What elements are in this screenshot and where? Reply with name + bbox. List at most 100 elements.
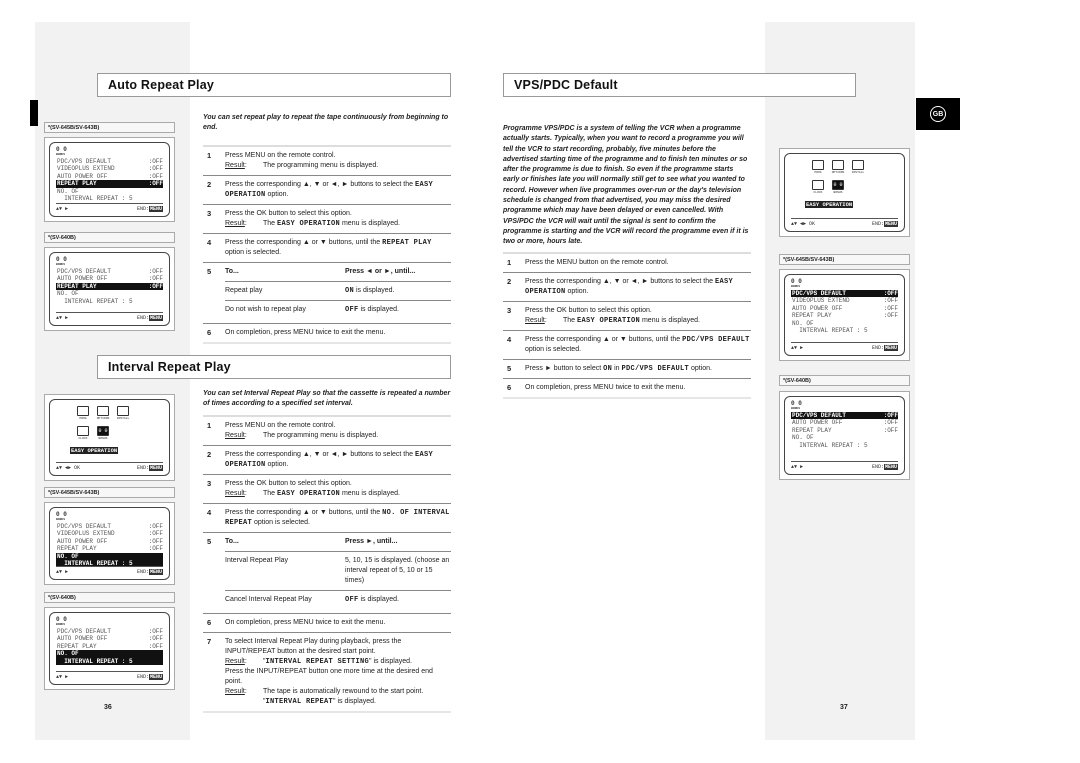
result-label: Result [225, 657, 263, 667]
step-item: 4 Press the corresponding ▲ or ▼ buttons,… [503, 329, 751, 359]
section-tab-marker [30, 100, 38, 126]
step-text: Press the OK button to select this optio… [525, 306, 751, 316]
model-label: *(SV-640B) [779, 375, 910, 386]
text-fragment: REPEAT PLAY [382, 238, 432, 247]
auto-repeat-title: Auto Repeat Play [97, 73, 451, 97]
step-item: 4 Press the corresponding ▲ or ▼ buttons,… [203, 232, 451, 262]
menu-option: VIDEOPLUS EXTEND:OFF [791, 297, 898, 304]
menu-option-label: INTERVAL REPEAT : 5 [57, 297, 133, 305]
gb-badge: GB [930, 106, 946, 122]
options-icon: OPTIONS [94, 406, 112, 423]
bonus-face: 0 0 [791, 278, 802, 285]
menu-option-label: NO. OF [57, 552, 79, 560]
navigation-hint: ▲▼ ► [56, 315, 69, 321]
menu-option-value: :OFF [883, 412, 898, 419]
menu-option-value: :OFF [883, 426, 898, 434]
text-fragment: Interval Repeat Play [225, 556, 289, 564]
bonus-face: 0 0 [56, 146, 67, 153]
step-number: 6 [507, 382, 512, 392]
text-fragment: menu is displayed. [640, 316, 700, 324]
step-body: Press the OK button to select this optio… [525, 306, 751, 326]
screen-footer: ▲▼ ◄► OK END:MENU [791, 218, 898, 228]
step-body: Press the MENU button on the remote cont… [525, 258, 751, 268]
step-item: 4 Press the corresponding ▲ or ▼ buttons,… [203, 502, 451, 532]
step-number: 7 [207, 636, 212, 646]
page-number-left: 36 [104, 704, 112, 711]
step-text: Press the corresponding ▲ or ▼ buttons, … [225, 508, 451, 528]
end-label: END: [136, 206, 149, 212]
icon-glyph [77, 426, 89, 436]
menu-option-label: NO. OF [792, 319, 814, 327]
navigation-hint: ▲▼ ► [56, 569, 69, 575]
menu-option: VIDEOPLUS EXTEND:OFF [56, 530, 163, 537]
text-fragment: The programming menu is displayed. [263, 431, 379, 439]
menu-option: REPEAT PLAY:OFF [56, 180, 163, 188]
menu-option-value: :OFF [883, 290, 898, 297]
result-text: The tape is automatically rewound to the… [263, 687, 451, 707]
bonus-icon: 0 0 BONUS [56, 512, 163, 522]
menu-option-value: :OFF [148, 523, 163, 530]
step-item: 6 On completion, press MENU twice to exit… [503, 377, 751, 397]
menu-option-value: :OFF [148, 268, 163, 275]
menu-option-label: NO. OF [57, 290, 79, 298]
menu-option: AUTO POWER OFF:OFF [56, 275, 163, 282]
menu-option-label: PDC/VPS DEFAULT [792, 290, 847, 297]
icon-glyph [812, 180, 824, 190]
text-fragment: Press the corresponding ▲, ▼ or ◄, ► but… [225, 450, 415, 458]
step-number: 2 [207, 179, 212, 189]
step-body: To select Interval Repeat Play during pl… [225, 637, 451, 707]
step-number: 2 [207, 449, 212, 459]
interval-repeat-title: Interval Repeat Play [97, 355, 451, 379]
step-body: Press the corresponding ▲ or ▼ buttons, … [525, 335, 751, 355]
model-label: *(SV-640B) [44, 232, 175, 243]
icon-glyph [117, 406, 129, 416]
step-body: Press the corresponding ▲, ▼ or ◄, ► but… [225, 450, 451, 470]
vps-pdc-instructions: Programme VPS/PDC is a system of telling… [503, 124, 751, 399]
text-fragment: Press MENU on the remote control. [225, 421, 336, 429]
table-row: Repeat play ON is displayed. [225, 280, 451, 300]
install-icon: INSTALL [114, 406, 132, 423]
step-number: 3 [507, 305, 512, 315]
text-fragment: On completion, press MENU twice to exit … [225, 328, 386, 336]
menu-screen: 0 0 BONUS PDC/VPS DEFAULT:OFF VIDEOPLUS EXT… [49, 142, 170, 217]
bonus-label: BONUS [56, 623, 66, 626]
text-fragment: The [263, 219, 278, 227]
menu-option-value: :OFF [883, 297, 898, 305]
menu-option-label: REPEAT PLAY [792, 426, 832, 434]
table-header-cell: To... [225, 267, 239, 275]
step-text: Press the corresponding ▲, ▼ or ◄, ► but… [225, 180, 451, 200]
menu-option-label: AUTO POWER OFF [57, 275, 108, 283]
icon-glyph [77, 406, 89, 416]
navigation-hint: ▲▼ ◄► OK [791, 221, 816, 227]
text-fragment: To select Interval Repeat Play during pl… [225, 637, 402, 655]
text-fragment: OFF [345, 305, 359, 314]
osd-screen-frame: 0 0 BONUS PDC/VPS DEFAULT:OFF VIDEOPLUS EXT… [44, 137, 175, 222]
easy-operation-label: EASY OPERATION [805, 201, 854, 208]
step-text: On completion, press MENU twice to exit … [525, 383, 751, 393]
step-body: Press the corresponding ▲ or ▼ buttons, … [225, 508, 451, 528]
menu-option-label: INTERVAL REPEAT : 5 [792, 441, 868, 449]
result-label: Result [225, 489, 263, 499]
step-text: On completion, press MENU twice to exit … [225, 618, 451, 628]
step-number: 6 [207, 617, 212, 627]
screen-footer: ▲▼ ► END:MENU [56, 203, 163, 213]
step-body: Press the corresponding ▲, ▼ or ◄, ► but… [225, 180, 451, 200]
menu-key: MENU [148, 569, 163, 575]
step-body: To... Press ◄ or ►, until... Repeat play ON… [225, 267, 451, 319]
step-text: Press the corresponding ▲, ▼ or ◄, ► but… [525, 277, 751, 297]
menu-option-value: :OFF [148, 158, 163, 165]
end-label: END: [136, 674, 149, 680]
icon-label: OPTIONS [96, 417, 110, 420]
menu-key: MENU [883, 221, 898, 227]
step-text: Press ► button to select ON in PDC/VPS D… [525, 364, 751, 374]
menu-option-label: REPEAT PLAY [792, 312, 832, 320]
screen-footer: ▲▼ ► END:MENU [791, 342, 898, 352]
step-result: ResultThe EASY OPERATION menu is display… [525, 316, 751, 326]
step-item: 5 Press ► button to select ON in PDC/VPS … [503, 358, 751, 378]
text-fragment: On completion, press MENU twice to exit … [225, 618, 386, 626]
menu-option: NO. OF [56, 552, 163, 561]
step-body: Press MENU on the remote control. ResultT… [225, 421, 451, 441]
menu-option: PDC/VPS DEFAULT:OFF [56, 158, 163, 165]
step-number: 3 [207, 478, 212, 488]
language-tab: GB [916, 98, 960, 130]
